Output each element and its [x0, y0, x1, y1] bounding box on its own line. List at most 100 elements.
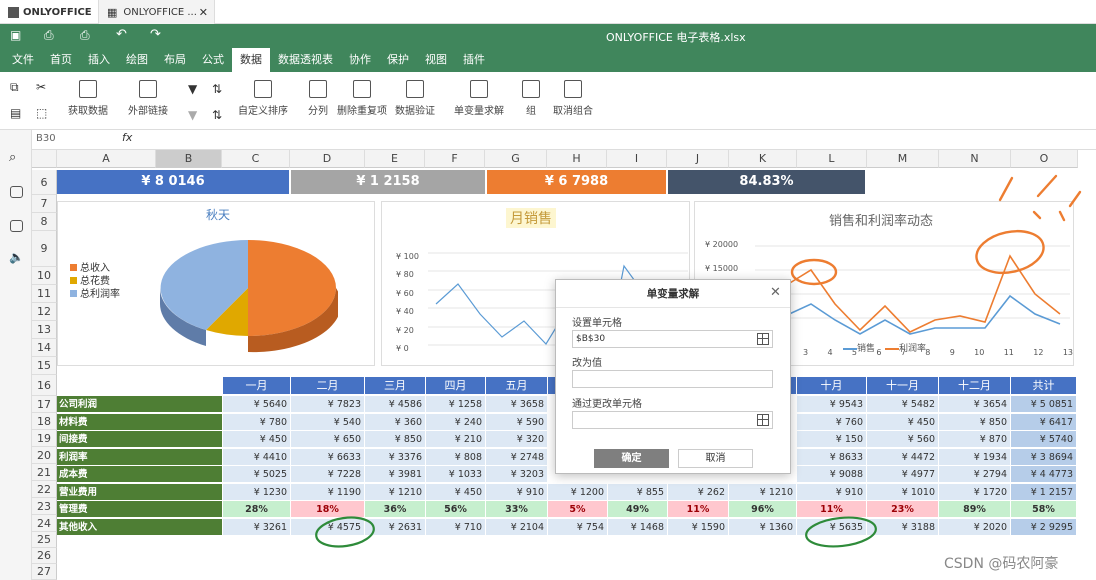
table-cell[interactable]: ¥ 870	[939, 431, 1011, 448]
table-cell[interactable]: ¥ 3261	[223, 518, 291, 536]
row-label[interactable]: 管理费	[57, 501, 223, 518]
menu-view[interactable]: 视图	[417, 48, 455, 72]
paste-icon[interactable]: ▤	[10, 106, 21, 120]
app-tab[interactable]: ONLYOFFICE	[8, 0, 96, 24]
row-header[interactable]: 26	[32, 548, 57, 564]
table-cell[interactable]: ¥ 910	[797, 483, 867, 501]
table-cell[interactable]: ¥ 808	[426, 448, 486, 466]
column-header[interactable]: H	[547, 150, 607, 168]
chat-icon[interactable]	[10, 220, 23, 232]
menu-formula[interactable]: 公式	[194, 48, 232, 72]
table-cell[interactable]: 5%	[548, 501, 608, 518]
undo-icon[interactable]: ↶	[116, 27, 127, 42]
table-cell[interactable]: ¥ 3203	[486, 466, 548, 483]
menu-pivot[interactable]: 数据透视表	[270, 48, 341, 72]
table-cell[interactable]: ¥ 6633	[291, 448, 365, 466]
row-header[interactable]: 15	[32, 357, 57, 375]
table-cell[interactable]: ¥ 1010	[867, 483, 939, 501]
table-cell[interactable]: ¥ 650	[291, 431, 365, 448]
ungroup-button[interactable]: 取消组合	[553, 80, 593, 117]
by-changing-input[interactable]	[572, 411, 773, 429]
table-cell[interactable]: 36%	[365, 501, 426, 518]
column-header[interactable]: K	[729, 150, 797, 168]
table-cell[interactable]: ¥ 5482	[867, 396, 939, 413]
column-header[interactable]: E	[365, 150, 425, 168]
table-cell[interactable]: ¥ 760	[797, 413, 867, 431]
to-value-input[interactable]	[572, 370, 773, 388]
quick-print-icon[interactable]: ⎙	[80, 28, 90, 43]
table-cell[interactable]: ¥ 590	[486, 413, 548, 431]
cut-icon[interactable]: ✂	[36, 80, 46, 94]
sort-asc-icon[interactable]: ⇅	[212, 82, 222, 96]
row-header[interactable]: 18	[32, 413, 57, 430]
speaker-icon[interactable]: 🔈	[9, 250, 24, 264]
row-header[interactable]: 17	[32, 396, 57, 413]
table-cell[interactable]: ¥ 540	[291, 413, 365, 431]
print-icon[interactable]: ⎙	[44, 28, 54, 43]
month-header[interactable]: 十月	[797, 377, 867, 395]
column-header[interactable]: I	[607, 150, 667, 168]
table-cell[interactable]: ¥ 910	[486, 483, 548, 501]
row-header[interactable]: 13	[32, 321, 57, 339]
table-cell[interactable]: ¥ 7823	[291, 396, 365, 413]
custom-sort-button[interactable]: 自定义排序	[238, 80, 288, 117]
column-header[interactable]: N	[939, 150, 1011, 168]
row-label[interactable]: 间接费	[57, 431, 223, 448]
column-header[interactable]: O	[1011, 150, 1078, 168]
range-select-icon[interactable]	[757, 333, 769, 345]
external-links-button[interactable]: 外部链接	[128, 80, 168, 117]
month-header[interactable]: 一月	[223, 377, 291, 395]
table-cell[interactable]: 56%	[426, 501, 486, 518]
table-cell[interactable]: 23%	[867, 501, 939, 518]
table-cell[interactable]: ¥ 210	[426, 431, 486, 448]
row-header[interactable]: 7	[32, 195, 57, 213]
table-cell[interactable]: ¥ 1210	[365, 483, 426, 501]
table-cell[interactable]: ¥ 450	[867, 413, 939, 431]
month-header[interactable]: 五月	[486, 377, 548, 395]
data-validation-button[interactable]: 数据验证	[395, 80, 435, 117]
table-cell[interactable]: ¥ 1934	[939, 448, 1011, 466]
month-header[interactable]: 二月	[291, 377, 365, 395]
month-header[interactable]: 三月	[365, 377, 426, 395]
column-header[interactable]: D	[290, 150, 365, 168]
month-header[interactable]: 十一月	[867, 377, 939, 395]
redo-icon[interactable]: ↷	[150, 27, 161, 42]
copy-icon[interactable]: ⧉	[10, 80, 19, 95]
table-cell[interactable]: ¥ 1200	[548, 483, 608, 501]
row-label[interactable]: 其他收入	[57, 518, 223, 536]
table-cell[interactable]: ¥ 5 0851	[1011, 396, 1077, 413]
table-cell[interactable]: ¥ 8633	[797, 448, 867, 466]
save-icon[interactable]: ▣	[10, 28, 21, 42]
table-cell[interactable]: ¥ 1258	[426, 396, 486, 413]
table-cell[interactable]: ¥ 2104	[486, 518, 548, 536]
table-cell[interactable]: ¥ 3188	[867, 518, 939, 536]
table-cell[interactable]: ¥ 1190	[291, 483, 365, 501]
filter-icon[interactable]: ▼	[188, 82, 197, 96]
table-cell[interactable]: ¥ 2794	[939, 466, 1011, 483]
menu-collaborate[interactable]: 协作	[341, 48, 379, 72]
column-header[interactable]: L	[797, 150, 867, 168]
table-cell[interactable]: ¥ 754	[548, 518, 608, 536]
text-to-columns-button[interactable]: 分列	[308, 80, 328, 117]
column-header[interactable]: F	[425, 150, 485, 168]
table-cell[interactable]: 49%	[608, 501, 668, 518]
menu-layout[interactable]: 布局	[156, 48, 194, 72]
table-cell[interactable]: ¥ 6417	[1011, 413, 1077, 431]
row-header[interactable]: 25	[32, 532, 57, 548]
row-label[interactable]: 公司利润	[57, 396, 223, 413]
menu-home[interactable]: 首页	[42, 48, 80, 72]
fx-icon[interactable]: fx	[122, 131, 132, 144]
row-header[interactable]: 11	[32, 285, 57, 303]
row-header[interactable]: 22	[32, 481, 57, 498]
table-cell[interactable]: ¥ 360	[365, 413, 426, 431]
remove-duplicates-button[interactable]: 删除重复项	[337, 80, 387, 117]
row-header[interactable]: 27	[32, 564, 57, 580]
pie-chart[interactable]: 秋天 总收入 总花费 总利润率	[57, 201, 375, 366]
table-cell[interactable]: ¥ 5740	[1011, 431, 1077, 448]
set-cell-input[interactable]: $B$30	[572, 330, 773, 348]
table-cell[interactable]: ¥ 1 2157	[1011, 483, 1077, 501]
table-cell[interactable]: 28%	[223, 501, 291, 518]
table-cell[interactable]: 18%	[291, 501, 365, 518]
table-cell[interactable]: ¥ 3376	[365, 448, 426, 466]
menu-insert[interactable]: 插入	[80, 48, 118, 72]
